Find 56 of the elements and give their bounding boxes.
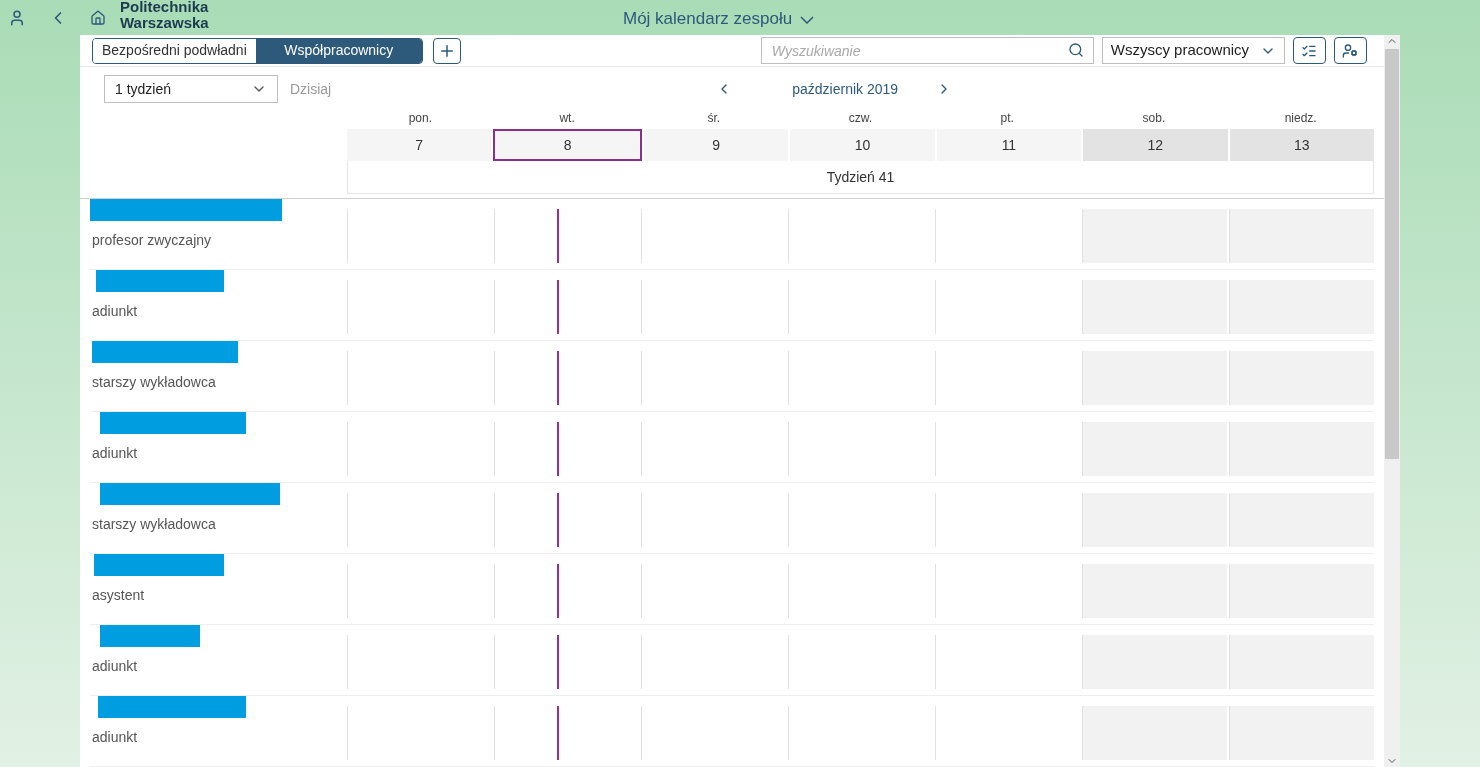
employee-role: profesor zwyczajny bbox=[92, 231, 213, 250]
search-icon[interactable] bbox=[1067, 42, 1084, 58]
calendar-cell[interactable] bbox=[1082, 280, 1227, 334]
date-cell[interactable]: 7 bbox=[347, 129, 492, 161]
calendar-cell[interactable] bbox=[1082, 493, 1227, 547]
calendar-cell[interactable] bbox=[1229, 706, 1374, 760]
search-field[interactable]: Wyszukiwanie bbox=[760, 37, 1094, 64]
calendar-cell[interactable] bbox=[1229, 493, 1374, 547]
user-settings-icon bbox=[1342, 42, 1359, 59]
employee-role: adiunkt bbox=[92, 444, 139, 463]
date-cell[interactable]: 10 bbox=[790, 129, 935, 161]
weekday-label: czw. bbox=[848, 110, 873, 127]
calendar-cell[interactable] bbox=[1082, 351, 1227, 405]
calendar-cell[interactable] bbox=[1229, 209, 1374, 263]
calendar-cell[interactable] bbox=[1082, 209, 1227, 263]
home-icon[interactable] bbox=[90, 9, 106, 26]
calendar-cell[interactable] bbox=[1229, 280, 1374, 334]
weekday-label: pt. bbox=[1000, 110, 1014, 127]
employee-role: starszy wykładowca bbox=[92, 373, 217, 392]
calendar-cell[interactable] bbox=[1229, 351, 1374, 405]
date-cell[interactable]: 8 bbox=[493, 129, 642, 161]
weekday-label: pon. bbox=[408, 110, 433, 127]
title-menu[interactable]: Mój kalendarz zespołu bbox=[623, 6, 815, 32]
employee-role: adiunkt bbox=[92, 302, 139, 321]
segment-tab[interactable]: Współpracownicy bbox=[255, 38, 422, 63]
week-label: Tydzień 41 bbox=[347, 161, 1374, 194]
period-select[interactable]: 1 tydzień bbox=[104, 75, 278, 103]
date-cell[interactable]: 9 bbox=[643, 129, 789, 161]
date-cell[interactable]: 11 bbox=[936, 129, 1082, 161]
calendar-cell[interactable] bbox=[1082, 422, 1227, 476]
logo-text: Politechnika bbox=[120, 0, 209, 15]
weekday-label: sob. bbox=[1142, 110, 1166, 127]
date-cell[interactable]: 13 bbox=[1229, 129, 1374, 161]
calendar-cell[interactable] bbox=[1229, 564, 1374, 618]
calendar-cell[interactable] bbox=[1229, 422, 1374, 476]
date-cell[interactable]: 12 bbox=[1083, 129, 1228, 161]
weekday-label: wt. bbox=[559, 110, 575, 127]
employee-role: adiunkt bbox=[92, 657, 139, 676]
employee-role: adiunkt bbox=[92, 728, 139, 747]
add-button[interactable] bbox=[432, 37, 461, 64]
settings-button[interactable] bbox=[1333, 37, 1367, 64]
weekday-label: śr. bbox=[707, 110, 721, 127]
calendar-cell[interactable] bbox=[1082, 564, 1227, 618]
month-label: październik 2019 bbox=[792, 79, 900, 99]
calendar-cell[interactable] bbox=[1082, 635, 1227, 689]
calendar-cell[interactable] bbox=[1229, 635, 1374, 689]
weekday-label: niedz. bbox=[1284, 110, 1317, 127]
employee-role: starszy wykładowca bbox=[92, 515, 217, 534]
employee-filter[interactable]: Wszyscy pracownicy bbox=[1101, 37, 1285, 64]
list-view-button[interactable] bbox=[1292, 37, 1326, 64]
user-icon[interactable] bbox=[8, 8, 26, 27]
logo-text: Warszawska bbox=[120, 14, 209, 31]
calendar-cell[interactable] bbox=[1082, 706, 1227, 760]
employee-role: asystent bbox=[92, 586, 146, 605]
chevron-down-icon bbox=[800, 15, 815, 24]
scrollbar-thumb[interactable] bbox=[1385, 49, 1399, 459]
